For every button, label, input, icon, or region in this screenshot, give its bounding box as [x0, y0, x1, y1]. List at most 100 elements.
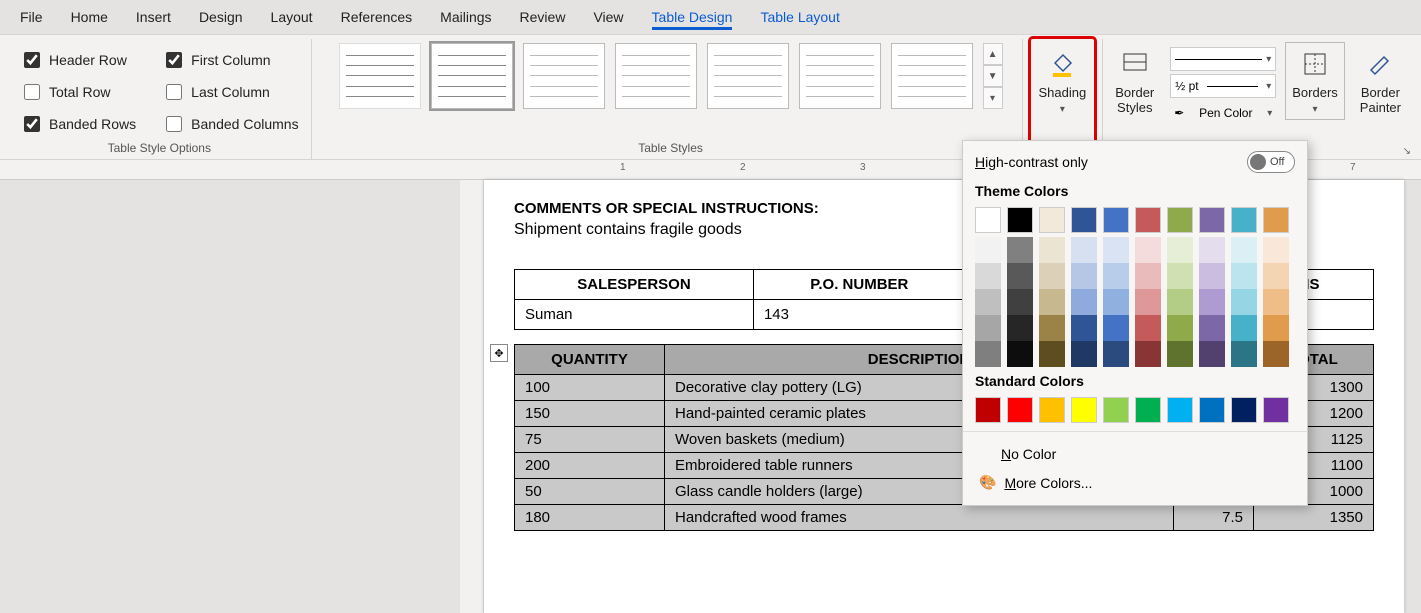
color-swatch[interactable]: [1231, 237, 1257, 263]
more-colors-item[interactable]: 🎨 More Colors...: [975, 468, 1295, 497]
chk-last-column[interactable]: Last Column: [162, 81, 298, 103]
color-swatch[interactable]: [1263, 397, 1289, 423]
color-swatch[interactable]: [975, 289, 1001, 315]
color-swatch[interactable]: [975, 397, 1001, 423]
color-swatch[interactable]: [975, 315, 1001, 341]
cell[interactable]: 50: [515, 479, 665, 505]
chk-banded-rows[interactable]: Banded Rows: [20, 113, 136, 135]
cell[interactable]: 150: [515, 401, 665, 427]
tab-insert[interactable]: Insert: [122, 4, 185, 30]
color-swatch[interactable]: [1007, 263, 1033, 289]
color-swatch[interactable]: [1103, 237, 1129, 263]
table-style-3[interactable]: [523, 43, 605, 109]
color-swatch[interactable]: [1263, 289, 1289, 315]
color-swatch[interactable]: [975, 237, 1001, 263]
color-swatch[interactable]: [1007, 237, 1033, 263]
color-swatch[interactable]: [1231, 315, 1257, 341]
cell[interactable]: 180: [515, 505, 665, 531]
border-styles-button[interactable]: Border Styles: [1109, 43, 1160, 119]
color-swatch[interactable]: [1231, 289, 1257, 315]
tab-design[interactable]: Design: [185, 4, 257, 30]
chk-first-column[interactable]: First Column: [162, 49, 298, 71]
color-swatch[interactable]: [1167, 237, 1193, 263]
color-swatch[interactable]: [975, 341, 1001, 367]
table-style-7[interactable]: [891, 43, 973, 109]
color-swatch[interactable]: [1199, 315, 1225, 341]
color-swatch[interactable]: [1231, 341, 1257, 367]
color-swatch[interactable]: [1135, 263, 1161, 289]
color-swatch[interactable]: [975, 263, 1001, 289]
color-swatch[interactable]: [1199, 289, 1225, 315]
tab-table-layout[interactable]: Table Layout: [746, 4, 853, 30]
vertical-ruler[interactable]: [460, 180, 484, 613]
color-swatch[interactable]: [1135, 237, 1161, 263]
color-swatch[interactable]: [1231, 397, 1257, 423]
color-swatch[interactable]: [1263, 263, 1289, 289]
color-swatch[interactable]: [1071, 207, 1097, 233]
tab-view[interactable]: View: [579, 4, 637, 30]
color-swatch[interactable]: [1103, 397, 1129, 423]
cell[interactable]: 7.5: [1174, 505, 1254, 531]
color-swatch[interactable]: [1199, 341, 1225, 367]
color-swatch[interactable]: [1103, 263, 1129, 289]
color-swatch[interactable]: [1007, 289, 1033, 315]
color-swatch[interactable]: [1039, 237, 1065, 263]
color-swatch[interactable]: [1263, 207, 1289, 233]
chk-total-row[interactable]: Total Row: [20, 81, 136, 103]
color-swatch[interactable]: [1135, 315, 1161, 341]
color-swatch[interactable]: [1263, 315, 1289, 341]
color-swatch[interactable]: [1007, 207, 1033, 233]
chk-banded-columns[interactable]: Banded Columns: [162, 113, 298, 135]
table-style-down-button[interactable]: ▼: [983, 65, 1003, 87]
table-style-up-button[interactable]: ▲: [983, 43, 1003, 65]
color-swatch[interactable]: [1135, 397, 1161, 423]
color-swatch[interactable]: [1231, 263, 1257, 289]
cell[interactable]: 75: [515, 427, 665, 453]
border-line-style[interactable]: ▾: [1170, 47, 1276, 71]
td-salesperson[interactable]: Suman: [515, 300, 754, 330]
tab-references[interactable]: References: [327, 4, 427, 30]
color-swatch[interactable]: [1071, 315, 1097, 341]
color-swatch[interactable]: [1199, 207, 1225, 233]
no-color-item[interactable]: No Color: [975, 440, 1295, 468]
color-swatch[interactable]: [1039, 315, 1065, 341]
color-swatch[interactable]: [1039, 207, 1065, 233]
color-swatch[interactable]: [1071, 397, 1097, 423]
color-swatch[interactable]: [1263, 341, 1289, 367]
color-swatch[interactable]: [1071, 237, 1097, 263]
borders-button[interactable]: Borders ▾: [1286, 43, 1344, 119]
color-swatch[interactable]: [1199, 397, 1225, 423]
color-swatch[interactable]: [1071, 263, 1097, 289]
table-move-handle-icon[interactable]: ✥: [490, 344, 508, 362]
color-swatch[interactable]: [1135, 289, 1161, 315]
color-swatch[interactable]: [1263, 237, 1289, 263]
color-swatch[interactable]: [1167, 397, 1193, 423]
cell[interactable]: 1350: [1254, 505, 1374, 531]
color-swatch[interactable]: [1071, 289, 1097, 315]
table-style-6[interactable]: [799, 43, 881, 109]
color-swatch[interactable]: [1007, 397, 1033, 423]
tab-file[interactable]: File: [6, 4, 57, 30]
color-swatch[interactable]: [1231, 207, 1257, 233]
table-style-4[interactable]: [615, 43, 697, 109]
color-swatch[interactable]: [1199, 263, 1225, 289]
tab-mailings[interactable]: Mailings: [426, 4, 505, 30]
cell[interactable]: 200: [515, 453, 665, 479]
cell[interactable]: 100: [515, 375, 665, 401]
color-swatch[interactable]: [1103, 315, 1129, 341]
color-swatch[interactable]: [1039, 263, 1065, 289]
table-style-5[interactable]: [707, 43, 789, 109]
color-swatch[interactable]: [1167, 207, 1193, 233]
color-swatch[interactable]: [1039, 289, 1065, 315]
color-swatch[interactable]: [1135, 341, 1161, 367]
color-swatch[interactable]: [1167, 341, 1193, 367]
tab-table-design[interactable]: Table Design: [638, 4, 747, 30]
tab-layout[interactable]: Layout: [257, 4, 327, 30]
color-swatch[interactable]: [1039, 397, 1065, 423]
color-swatch[interactable]: [1167, 315, 1193, 341]
color-swatch[interactable]: [1103, 289, 1129, 315]
color-swatch[interactable]: [1135, 207, 1161, 233]
color-swatch[interactable]: [1167, 289, 1193, 315]
border-width[interactable]: ½ pt▾: [1170, 74, 1276, 98]
td-po[interactable]: 143: [753, 300, 965, 330]
